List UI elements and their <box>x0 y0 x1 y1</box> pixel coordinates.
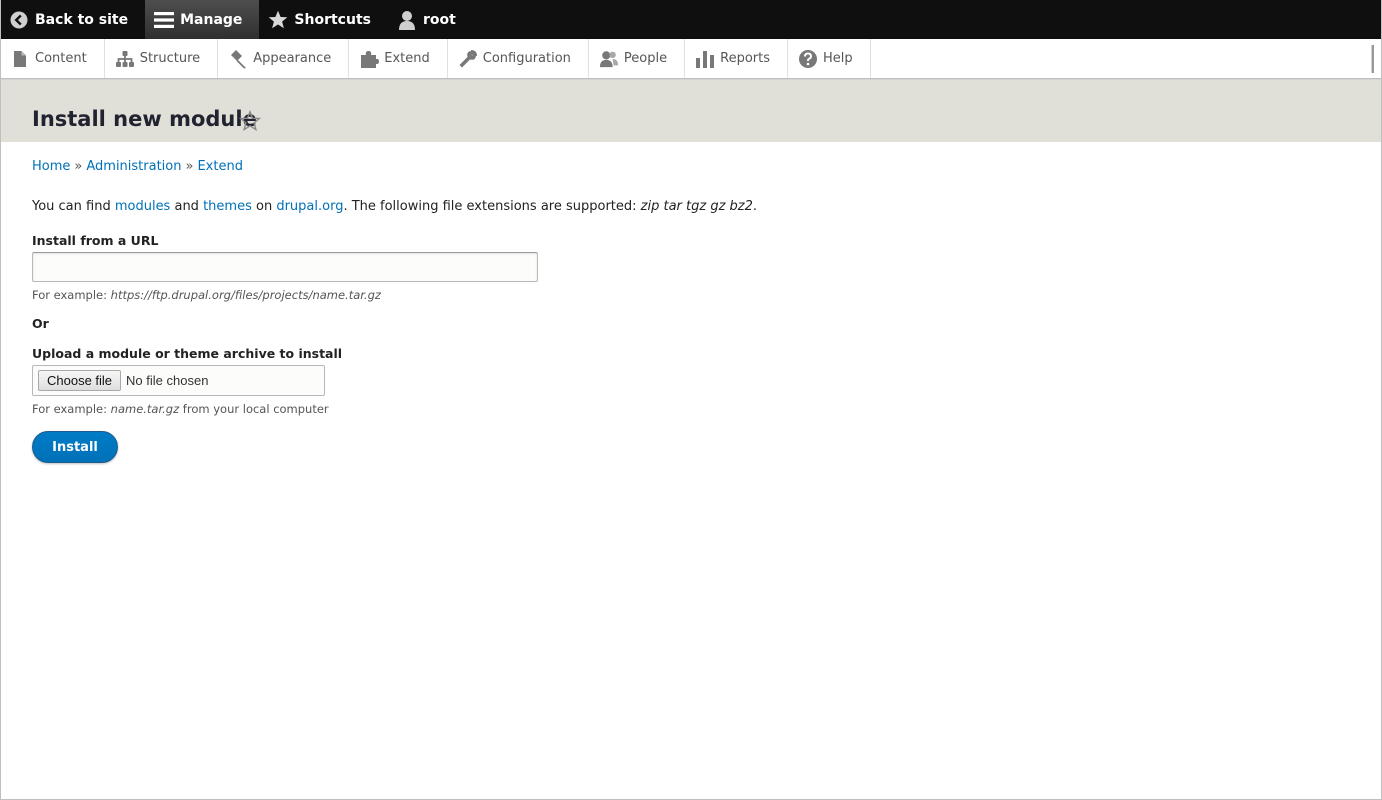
intro-text-part: and <box>170 199 204 214</box>
tray-item-people[interactable]: People <box>589 39 686 78</box>
shortcuts-tab[interactable]: Shortcuts <box>259 0 388 39</box>
install-url-input[interactable] <box>32 252 538 282</box>
breadcrumb-administration-link[interactable]: Administration <box>86 159 181 174</box>
upload-field-description: For example: name.tar.gz from your local… <box>32 402 329 416</box>
supported-extensions: zip tar tgz gz bz2 <box>640 199 753 214</box>
drupal-org-link[interactable]: drupal.org <box>276 199 343 214</box>
intro-text-part: . <box>752 199 758 214</box>
upload-field-label: Upload a module or theme archive to inst… <box>32 346 343 361</box>
add-shortcut-star-button[interactable] <box>238 109 262 132</box>
breadcrumb: Home» Administration» Extend <box>32 159 243 174</box>
url-field-description: For example: https://ftp.drupal.org/file… <box>32 288 381 302</box>
intro-text-part: on <box>251 199 277 214</box>
user-icon <box>397 10 417 30</box>
file-upload-input[interactable]: Choose file No file chosen <box>32 365 325 396</box>
wrench-icon <box>458 49 478 69</box>
install-button[interactable]: Install <box>32 431 118 463</box>
description-prefix: For example: <box>32 402 111 416</box>
paintbrush-icon <box>228 49 248 69</box>
file-status: No file chosen <box>126 373 209 388</box>
breadcrumb-extend-link[interactable]: Extend <box>197 159 243 174</box>
file-icon <box>10 49 30 69</box>
tray-item-label: Help <box>823 51 853 66</box>
tray-item-label: Content <box>35 51 87 66</box>
back-to-site-label: Back to site <box>35 11 129 28</box>
tray-item-label: Appearance <box>253 51 332 66</box>
help-icon <box>798 49 818 69</box>
tray-item-label: Reports <box>720 51 770 66</box>
description-prefix: For example: <box>32 288 111 302</box>
themes-link[interactable]: themes <box>203 199 252 214</box>
tray-item-structure[interactable]: Structure <box>105 39 219 78</box>
intro-text-part: . The following file extensions are supp… <box>343 199 641 214</box>
back-to-site-link[interactable]: Back to site <box>0 0 145 39</box>
tray-item-label: Extend <box>384 51 430 66</box>
tray-item-label: Structure <box>139 51 201 66</box>
url-example: https://ftp.drupal.org/files/projects/na… <box>110 288 381 302</box>
admin-menu-tray: Content Structure Appearance Extend Conf… <box>0 39 1382 79</box>
breadcrumb-separator: » <box>74 159 83 174</box>
breadcrumb-home-link[interactable]: Home <box>32 159 70 174</box>
sitemap-icon <box>115 49 135 69</box>
tray-orientation-toggle[interactable] <box>1371 45 1374 73</box>
or-label: Or <box>32 316 49 331</box>
star-outline-icon <box>238 109 262 132</box>
intro-text-part: You can find <box>32 199 115 214</box>
tray-item-content[interactable]: Content <box>0 39 105 78</box>
tray-item-configuration[interactable]: Configuration <box>448 39 589 78</box>
tray-item-label: Configuration <box>482 51 571 66</box>
hamburger-icon <box>154 10 175 30</box>
url-field-label: Install from a URL <box>32 233 159 248</box>
bar-chart-icon <box>695 49 715 69</box>
star-icon <box>268 10 288 30</box>
user-label: root <box>422 11 456 28</box>
people-icon <box>599 49 619 69</box>
modules-link[interactable]: modules <box>115 199 171 214</box>
tray-item-help[interactable]: Help <box>788 39 871 78</box>
tray-item-reports[interactable]: Reports <box>685 39 788 78</box>
manage-tab[interactable]: Manage <box>145 0 260 39</box>
upload-example: name.tar.gz <box>110 402 180 416</box>
manage-label: Manage <box>180 11 243 28</box>
tray-item-extend[interactable]: Extend <box>349 39 448 78</box>
shortcuts-label: Shortcuts <box>294 11 371 28</box>
choose-file-button[interactable]: Choose file <box>38 370 122 391</box>
description-suffix: from your local computer <box>179 402 329 416</box>
intro-text: You can find modules and themes on drupa… <box>32 199 757 214</box>
page-title: Install new module <box>32 107 257 131</box>
tray-item-appearance[interactable]: Appearance <box>218 39 350 78</box>
admin-toolbar: Back to site Manage Shortcuts root <box>0 0 1382 39</box>
user-tab[interactable]: root <box>388 0 473 39</box>
tray-item-label: People <box>623 51 668 66</box>
chevron-left-circle-icon <box>9 10 29 30</box>
puzzle-icon <box>359 49 380 69</box>
breadcrumb-separator: » <box>185 159 194 174</box>
